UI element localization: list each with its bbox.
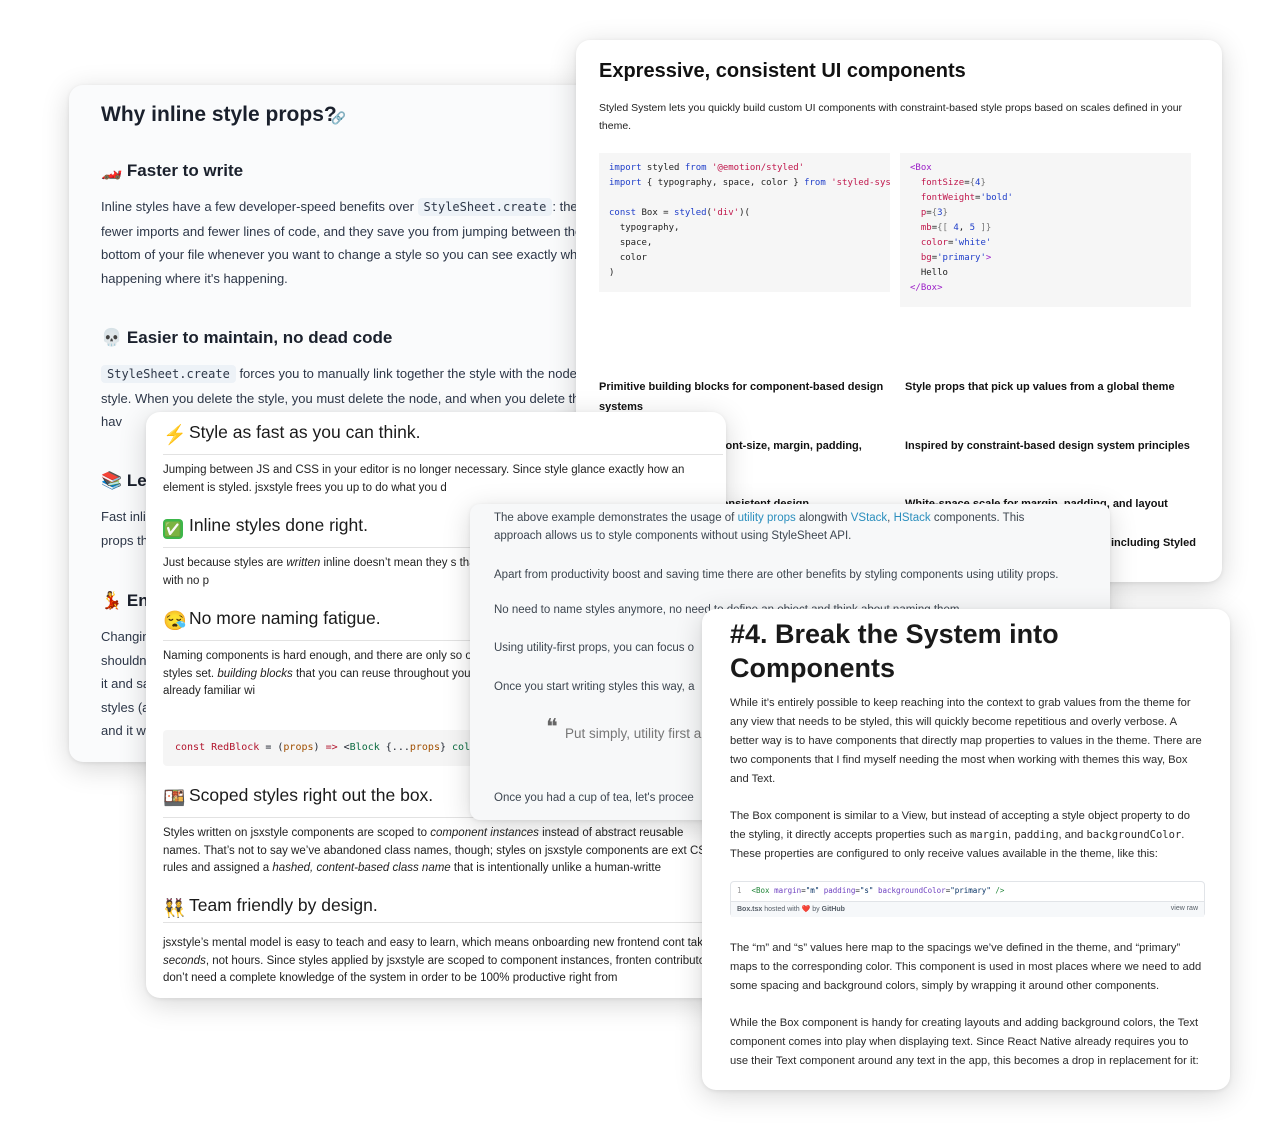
break-system-card: #4. Break the System into Components Whi… <box>702 609 1230 1090</box>
link-icon[interactable]: 🔗 <box>331 111 346 125</box>
section-heading-team: 👯 Team friendly by design. <box>163 895 378 918</box>
github-link[interactable]: GitHub <box>822 906 845 913</box>
feature-item: Style props that pick up values from a g… <box>905 381 1175 393</box>
paragraph-box: The Box component is similar to a View, … <box>730 810 1190 860</box>
bento-box-icon: 🍱 <box>163 788 186 808</box>
section-heading-naming: 😪 No more naming fatigue. <box>163 608 381 632</box>
section-heading-faster: 🏎️ Faster to write <box>101 161 244 180</box>
paragraph-team: jsxstyle’s mental model is easy to teach… <box>163 937 716 984</box>
paragraph-intro: While it’s entirely possible to keep rea… <box>730 697 1202 785</box>
divider <box>163 454 723 455</box>
gist-embed: 1 <Box margin="m" padding="s" backgroundC… <box>730 881 1205 917</box>
gist-meta: Box.tsx hosted with ❤️ by GitHub <box>737 906 845 913</box>
vstack-link[interactable]: VStack <box>851 512 887 524</box>
view-raw-link[interactable]: view raw <box>1171 905 1198 912</box>
code-block-jsx: <Box fontSize={4} fontWeight='bold' p={3… <box>900 153 1191 307</box>
quote-icon: ❝ <box>546 714 558 739</box>
section-heading-maintain: 💀 Easier to maintain, no dead code <box>101 328 393 347</box>
paragraph-text: While the Box component is handy for cre… <box>730 1017 1199 1067</box>
feature-item: including Styled <box>1111 537 1196 549</box>
check-mark-icon: ✅ <box>163 519 183 539</box>
paragraph-benefits: Apart from productivity boost and saving… <box>494 569 1059 581</box>
article-heading: #4. Break the System into Components <box>730 619 1059 683</box>
inline-code: StyleSheet.create <box>101 365 236 383</box>
skull-icon: 💀 <box>101 328 123 347</box>
feature-item: Inspired by constraint-based design syst… <box>905 440 1190 452</box>
section-heading-inline: ✅ Inline styles done right. <box>163 515 368 539</box>
utility-props-link[interactable]: utility props <box>738 512 796 524</box>
race-car-icon: 🏎️ <box>101 161 123 180</box>
paragraph-example: The above example demonstrates the usage… <box>494 512 1025 542</box>
intro-text: Styled System lets you quickly build cus… <box>599 102 1183 132</box>
hstack-link[interactable]: HStack <box>894 512 931 524</box>
section-heading-scoped: 🍱 Scoped styles right out the box. <box>163 785 434 808</box>
sleepy-face-icon: 😪 <box>163 611 187 632</box>
dancers-icon: 👯 <box>163 898 186 918</box>
blockquote: Put simply, utility first a <box>565 726 702 741</box>
paragraph-less: Fast inli props th <box>101 509 148 548</box>
paragraph-fast: Jumping between JS and CSS in your edito… <box>163 464 685 494</box>
gist-file-link[interactable]: Box.tsx <box>737 906 762 913</box>
card-title: Expressive, consistent UI components <box>599 60 966 82</box>
lightning-icon: ⚡ <box>163 425 187 446</box>
divider <box>163 922 723 923</box>
dancer-icon: 💃 <box>101 591 123 610</box>
paragraph-scoped: Styles written on jsxstyle components ar… <box>163 827 714 874</box>
gist-footer: Box.tsx hosted with ❤️ by GitHub view ra… <box>731 901 1204 917</box>
gist-code-line: 1 <Box margin="m" padding="s" backgroundC… <box>737 886 1005 895</box>
paragraph-encourage: Changin shouldn it and sa styles (a and … <box>101 629 151 738</box>
section-heading-fast: ⚡ Style as fast as you can think. <box>163 422 421 446</box>
page-title: Why inline style props? <box>101 103 337 126</box>
inline-code: StyleSheet.create <box>417 198 553 216</box>
code-block-styled: import styled from '@emotion/styled' imp… <box>599 153 890 292</box>
paragraph-values: The “m” and “s” values here map to the s… <box>730 942 1202 992</box>
books-icon: 📚 <box>101 471 123 490</box>
